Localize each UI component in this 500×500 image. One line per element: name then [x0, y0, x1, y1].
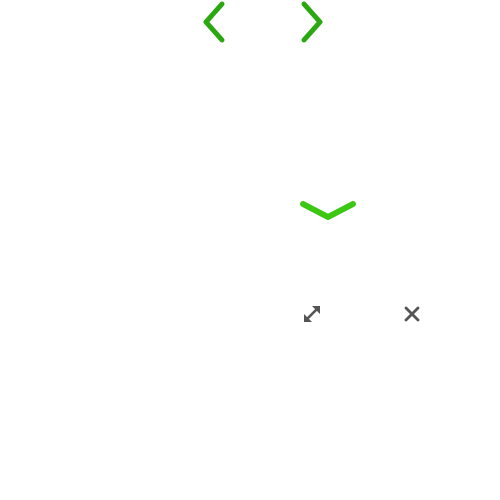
close-icon [404, 306, 420, 322]
expand-arrows-icon [304, 306, 320, 322]
next-button[interactable] [296, 0, 330, 44]
lightbox-overlay [0, 0, 500, 500]
fullscreen-button[interactable] [298, 300, 326, 328]
chevron-right-icon [301, 1, 323, 43]
collapse-button[interactable] [296, 192, 360, 228]
chevron-left-icon [203, 1, 225, 43]
close-button[interactable] [398, 300, 426, 328]
previous-button[interactable] [196, 0, 230, 44]
chevron-down-icon [300, 201, 356, 220]
